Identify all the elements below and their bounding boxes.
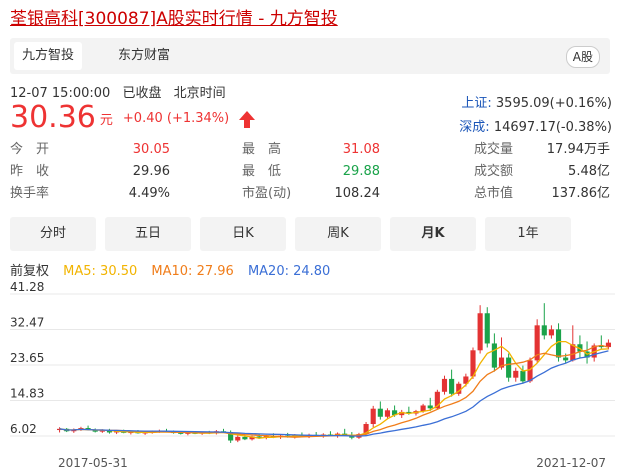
adjust-label[interactable]: 前复权 (10, 264, 49, 279)
tab-jiufang[interactable]: 九方智投 (14, 42, 83, 70)
volume-value: 17.94万手 (546, 142, 610, 157)
index-shanghai-value: 3595.09(+0.16%) (495, 96, 612, 111)
candle-body (513, 370, 519, 378)
pe-value: 108.24 (334, 186, 381, 201)
pe-label: 市盈(动) (242, 186, 292, 201)
candle-body (548, 329, 554, 336)
candle-body (449, 378, 455, 394)
candle-body (527, 360, 533, 382)
ma5-line (59, 340, 609, 439)
index-shenzhen-name[interactable]: 深成: (459, 120, 489, 135)
period-tab-intraday[interactable]: 分时 (10, 217, 96, 251)
index-shanghai-name[interactable]: 上证: (461, 96, 491, 111)
price-unit: 元 (99, 112, 113, 128)
candle-body (377, 408, 383, 417)
ma5-label: MA5: 30.50 (63, 264, 138, 279)
y-tick-label: 41.28 (10, 280, 44, 294)
turnover-rate-value: 4.49% (128, 186, 170, 201)
candle-body (427, 405, 433, 409)
price-change: +0.40 (+1.34%) (122, 110, 230, 126)
page-title[interactable]: 荃银高科[300087]A股实时行情 - 九方智投 (10, 4, 338, 29)
candle-body (370, 408, 376, 424)
tab-eastmoney[interactable]: 东方财富 (110, 42, 178, 70)
y-tick-label: 6.02 (10, 422, 37, 436)
ma20-label: MA20: 24.80 (247, 264, 331, 279)
candle-body (384, 410, 391, 417)
candle-body (563, 357, 569, 361)
ma-legend: 前复权 MA5: 30.50 MA10: 27.96 MA20: 24.80 (10, 260, 340, 279)
low-label: 最 低 (242, 164, 282, 179)
y-tick-label: 14.83 (10, 387, 44, 401)
candle-body (491, 343, 497, 368)
y-tick-label: 32.47 (10, 315, 44, 329)
market-cap-value: 137.86亿 (551, 186, 611, 201)
market-badge[interactable]: A股 (565, 46, 600, 68)
candle-body (441, 378, 448, 392)
volume-label: 成交量 (474, 142, 514, 157)
turnover-rate-label: 换手率 (10, 186, 50, 201)
period-tabs: 分时 五日 日K 周K 月K 1年 (10, 217, 610, 251)
period-tab-5day[interactable]: 五日 (105, 217, 191, 251)
market-cap-label: 总市值 (474, 186, 514, 201)
candle-body (235, 436, 241, 441)
candle-body (484, 313, 490, 344)
market-state: 已收盘 (122, 86, 162, 101)
amount-label: 成交额 (474, 164, 514, 179)
up-arrow-icon (239, 110, 256, 128)
period-tab-monthly-k[interactable]: 月K (390, 217, 476, 251)
x-tick-label: 2017-05-31 (58, 456, 128, 470)
index-shenzhen: 深成: 14697.17(-0.38%) (459, 116, 612, 135)
index-shanghai: 上证: 3595.09(+0.16%) (461, 92, 612, 111)
candle-body (520, 370, 526, 382)
candle-body (541, 325, 547, 336)
source-tabbar: 九方智投 东方财富 A股 (10, 38, 610, 74)
period-tab-1year[interactable]: 1年 (485, 217, 571, 251)
low-value: 29.88 (342, 164, 380, 179)
prev-close-label: 昨 收 (10, 164, 50, 179)
period-tab-daily-k[interactable]: 日K (200, 217, 286, 251)
price-row: 30.36 元 +0.40 (+1.34%) (10, 100, 256, 136)
high-label: 最 高 (242, 142, 282, 157)
y-tick-label: 23.65 (10, 351, 44, 365)
ma10-label: MA10: 27.96 (151, 264, 234, 279)
kline-chart[interactable]: 41.28 32.47 23.65 14.83 6.02 2017-05-31 2021-1… (0, 280, 640, 473)
amount-value: 5.48亿 (568, 164, 610, 179)
open-value: 30.05 (132, 142, 170, 157)
prev-close-value: 29.96 (132, 164, 170, 179)
candle-body (506, 357, 512, 378)
period-tab-weekly-k[interactable]: 周K (295, 217, 381, 251)
candle-body (420, 405, 426, 412)
ma20-line (59, 350, 609, 437)
open-label: 今 开 (10, 142, 50, 157)
candle-body (242, 436, 248, 440)
timezone-label: 北京时间 (173, 86, 226, 101)
quote-time: 12-07 15:00:00 (10, 86, 111, 101)
ma10-line (59, 344, 609, 438)
current-price: 30.36 (10, 100, 96, 135)
candle-body (477, 313, 483, 351)
quote-status: 12-07 15:00:00 已收盘 北京时间 (10, 82, 234, 101)
index-shenzhen-value: 14697.17(-0.38%) (493, 120, 612, 135)
candle-body (178, 432, 184, 434)
high-value: 31.08 (342, 142, 380, 157)
x-tick-label: 2021-12-07 (536, 456, 606, 470)
